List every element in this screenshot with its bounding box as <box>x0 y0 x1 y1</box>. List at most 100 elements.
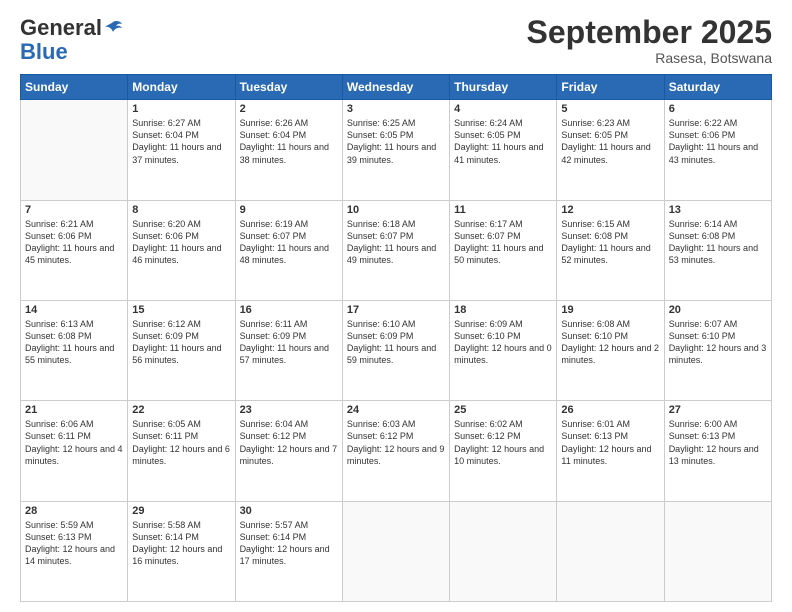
table-row: 30 Sunrise: 5:57 AM Sunset: 6:14 PM Dayl… <box>235 501 342 601</box>
day-info: Sunrise: 6:06 AM Sunset: 6:11 PM Dayligh… <box>25 418 123 467</box>
sunset: Sunset: 6:08 PM <box>669 230 767 242</box>
day-info: Sunrise: 6:11 AM Sunset: 6:09 PM Dayligh… <box>240 318 338 367</box>
daylight: Daylight: 12 hours and 14 minutes. <box>25 543 123 567</box>
day-number: 5 <box>561 103 659 115</box>
table-row: 21 Sunrise: 6:06 AM Sunset: 6:11 PM Dayl… <box>21 401 128 501</box>
day-info: Sunrise: 6:22 AM Sunset: 6:06 PM Dayligh… <box>669 117 767 166</box>
table-row: 7 Sunrise: 6:21 AM Sunset: 6:06 PM Dayli… <box>21 200 128 300</box>
sunset: Sunset: 6:10 PM <box>561 330 659 342</box>
day-number: 2 <box>240 103 338 115</box>
sunrise: Sunrise: 6:27 AM <box>132 117 230 129</box>
day-number: 1 <box>132 103 230 115</box>
sunset: Sunset: 6:10 PM <box>454 330 552 342</box>
daylight: Daylight: 11 hours and 48 minutes. <box>240 242 338 266</box>
daylight: Daylight: 11 hours and 45 minutes. <box>25 242 123 266</box>
day-number: 7 <box>25 204 123 216</box>
day-info: Sunrise: 6:26 AM Sunset: 6:04 PM Dayligh… <box>240 117 338 166</box>
sunrise: Sunrise: 6:05 AM <box>132 418 230 430</box>
sunset: Sunset: 6:05 PM <box>454 129 552 141</box>
day-number: 12 <box>561 204 659 216</box>
daylight: Daylight: 11 hours and 57 minutes. <box>240 342 338 366</box>
day-info: Sunrise: 6:19 AM Sunset: 6:07 PM Dayligh… <box>240 218 338 267</box>
sunset: Sunset: 6:11 PM <box>132 430 230 442</box>
daylight: Daylight: 12 hours and 16 minutes. <box>132 543 230 567</box>
sunset: Sunset: 6:05 PM <box>347 129 445 141</box>
table-row: 16 Sunrise: 6:11 AM Sunset: 6:09 PM Dayl… <box>235 300 342 400</box>
col-tuesday: Tuesday <box>235 75 342 100</box>
sunrise: Sunrise: 6:17 AM <box>454 218 552 230</box>
table-row: 1 Sunrise: 6:27 AM Sunset: 6:04 PM Dayli… <box>128 100 235 200</box>
day-number: 9 <box>240 204 338 216</box>
table-row <box>557 501 664 601</box>
sunrise: Sunrise: 6:08 AM <box>561 318 659 330</box>
day-number: 8 <box>132 204 230 216</box>
day-number: 13 <box>669 204 767 216</box>
sunrise: Sunrise: 6:10 AM <box>347 318 445 330</box>
daylight: Daylight: 11 hours and 59 minutes. <box>347 342 445 366</box>
calendar-table: Sunday Monday Tuesday Wednesday Thursday… <box>20 74 772 602</box>
daylight: Daylight: 11 hours and 38 minutes. <box>240 141 338 165</box>
sunrise: Sunrise: 6:15 AM <box>561 218 659 230</box>
table-row: 20 Sunrise: 6:07 AM Sunset: 6:10 PM Dayl… <box>664 300 771 400</box>
col-saturday: Saturday <box>664 75 771 100</box>
sunset: Sunset: 6:06 PM <box>25 230 123 242</box>
logo: General Blue <box>20 15 124 65</box>
day-number: 11 <box>454 204 552 216</box>
sunrise: Sunrise: 6:12 AM <box>132 318 230 330</box>
day-number: 27 <box>669 404 767 416</box>
table-row: 24 Sunrise: 6:03 AM Sunset: 6:12 PM Dayl… <box>342 401 449 501</box>
sunrise: Sunrise: 6:14 AM <box>669 218 767 230</box>
table-row: 8 Sunrise: 6:20 AM Sunset: 6:06 PM Dayli… <box>128 200 235 300</box>
table-row <box>450 501 557 601</box>
day-info: Sunrise: 6:23 AM Sunset: 6:05 PM Dayligh… <box>561 117 659 166</box>
col-sunday: Sunday <box>21 75 128 100</box>
daylight: Daylight: 11 hours and 53 minutes. <box>669 242 767 266</box>
daylight: Daylight: 12 hours and 13 minutes. <box>669 443 767 467</box>
sunrise: Sunrise: 5:59 AM <box>25 519 123 531</box>
daylight: Daylight: 11 hours and 39 minutes. <box>347 141 445 165</box>
sunset: Sunset: 6:11 PM <box>25 430 123 442</box>
day-info: Sunrise: 6:04 AM Sunset: 6:12 PM Dayligh… <box>240 418 338 467</box>
daylight: Daylight: 11 hours and 55 minutes. <box>25 342 123 366</box>
daylight: Daylight: 11 hours and 49 minutes. <box>347 242 445 266</box>
table-row: 23 Sunrise: 6:04 AM Sunset: 6:12 PM Dayl… <box>235 401 342 501</box>
day-info: Sunrise: 5:58 AM Sunset: 6:14 PM Dayligh… <box>132 519 230 568</box>
sunrise: Sunrise: 6:02 AM <box>454 418 552 430</box>
day-info: Sunrise: 6:13 AM Sunset: 6:08 PM Dayligh… <box>25 318 123 367</box>
day-info: Sunrise: 6:18 AM Sunset: 6:07 PM Dayligh… <box>347 218 445 267</box>
sunset: Sunset: 6:08 PM <box>561 230 659 242</box>
daylight: Daylight: 11 hours and 41 minutes. <box>454 141 552 165</box>
sunrise: Sunrise: 5:58 AM <box>132 519 230 531</box>
sunset: Sunset: 6:06 PM <box>132 230 230 242</box>
sunrise: Sunrise: 6:09 AM <box>454 318 552 330</box>
sunset: Sunset: 6:13 PM <box>561 430 659 442</box>
col-monday: Monday <box>128 75 235 100</box>
day-number: 25 <box>454 404 552 416</box>
sunset: Sunset: 6:04 PM <box>132 129 230 141</box>
day-number: 28 <box>25 505 123 517</box>
table-row: 19 Sunrise: 6:08 AM Sunset: 6:10 PM Dayl… <box>557 300 664 400</box>
sunset: Sunset: 6:06 PM <box>669 129 767 141</box>
day-info: Sunrise: 5:59 AM Sunset: 6:13 PM Dayligh… <box>25 519 123 568</box>
daylight: Daylight: 12 hours and 17 minutes. <box>240 543 338 567</box>
table-row: 6 Sunrise: 6:22 AM Sunset: 6:06 PM Dayli… <box>664 100 771 200</box>
daylight: Daylight: 11 hours and 42 minutes. <box>561 141 659 165</box>
sunset: Sunset: 6:09 PM <box>240 330 338 342</box>
day-number: 24 <box>347 404 445 416</box>
day-number: 21 <box>25 404 123 416</box>
sunset: Sunset: 6:07 PM <box>240 230 338 242</box>
day-number: 22 <box>132 404 230 416</box>
sunrise: Sunrise: 6:11 AM <box>240 318 338 330</box>
day-number: 4 <box>454 103 552 115</box>
table-row <box>21 100 128 200</box>
daylight: Daylight: 11 hours and 46 minutes. <box>132 242 230 266</box>
day-number: 30 <box>240 505 338 517</box>
day-number: 3 <box>347 103 445 115</box>
table-row: 10 Sunrise: 6:18 AM Sunset: 6:07 PM Dayl… <box>342 200 449 300</box>
month-title: September 2025 <box>527 15 772 50</box>
day-number: 6 <box>669 103 767 115</box>
table-row: 28 Sunrise: 5:59 AM Sunset: 6:13 PM Dayl… <box>21 501 128 601</box>
day-number: 14 <box>25 304 123 316</box>
day-number: 18 <box>454 304 552 316</box>
day-info: Sunrise: 6:12 AM Sunset: 6:09 PM Dayligh… <box>132 318 230 367</box>
